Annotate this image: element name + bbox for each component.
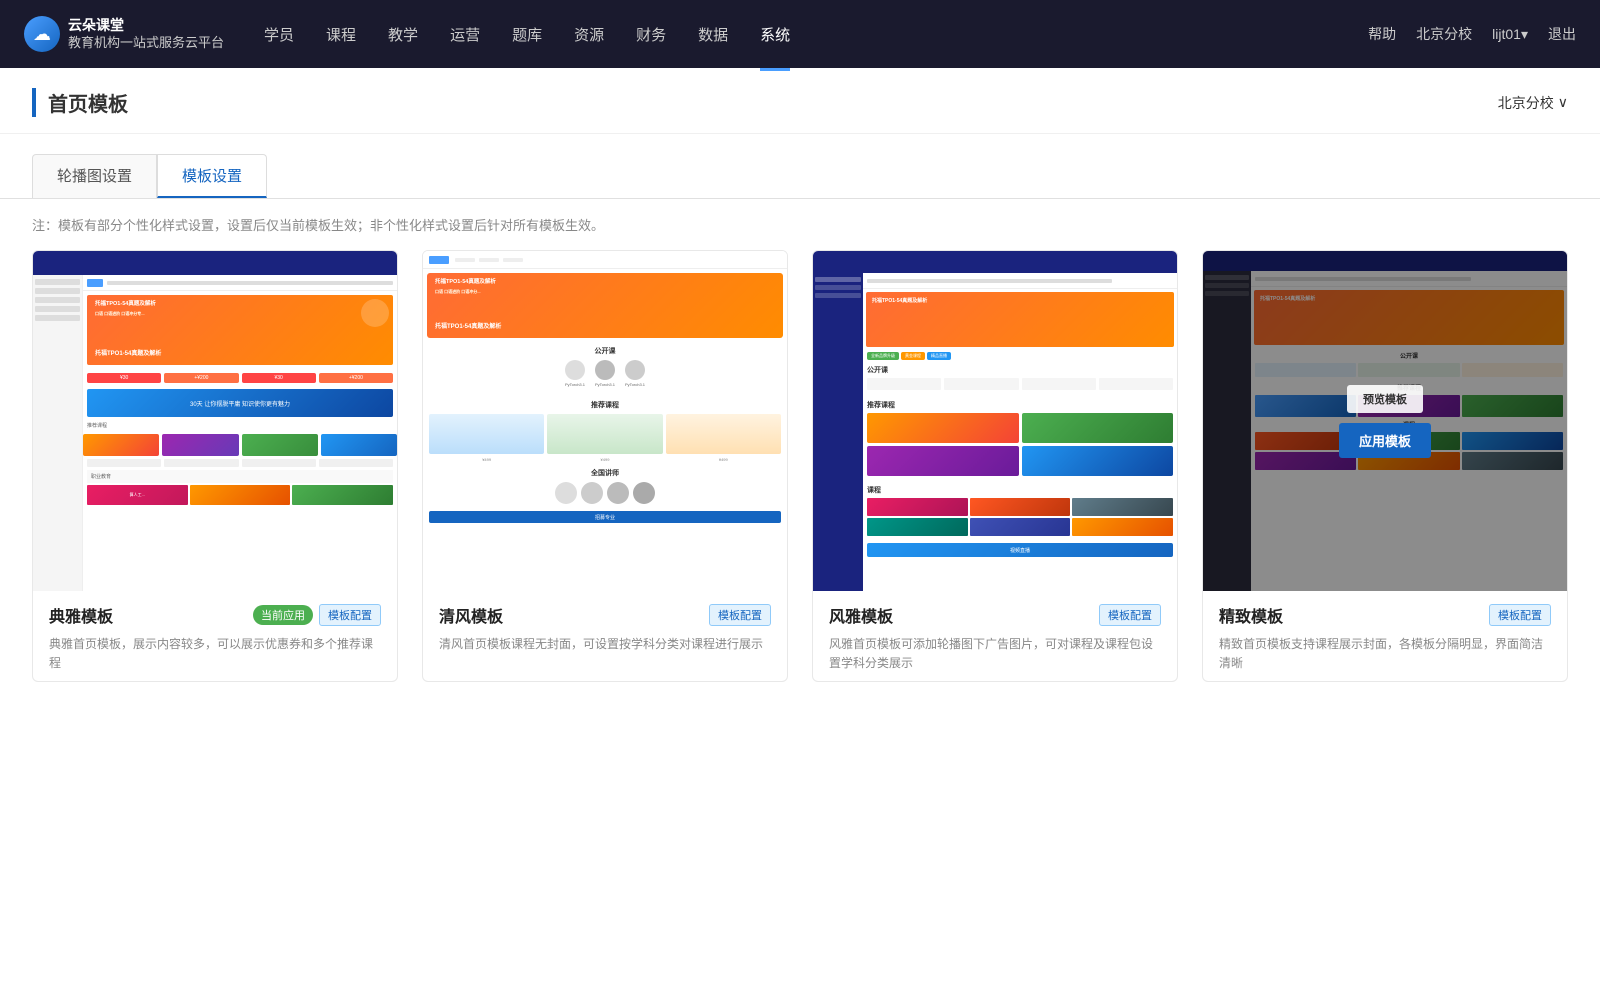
template-footer-4: 精致模板 模板配置 精致首页模板支持课程展示封面，各模板分隔明显，界面简洁清晰 [1203, 591, 1567, 681]
preview-template-button[interactable]: 预览模板 [1347, 385, 1423, 413]
branch-link[interactable]: 北京分校 [1416, 24, 1472, 44]
current-badge-1: 当前应用 [253, 605, 313, 625]
screenshot-3: 托福TPO1-54真题及解析 全新品牌升级 黄金课程 精品直播 公开课 [813, 251, 1177, 591]
template-name-row-3: 风雅模板 模板配置 [829, 603, 1161, 627]
template-name-3: 风雅模板 [829, 603, 893, 627]
template-badges-4: 模板配置 [1489, 604, 1551, 626]
config-button-1[interactable]: 模板配置 [319, 604, 381, 626]
template-preview-2: 托福TPO1-54真题及解析 口语 口语进阶 口语冲分... 公开课 PyTor… [423, 251, 787, 591]
nav-finance[interactable]: 财务 [636, 20, 666, 49]
nav-data[interactable]: 数据 [698, 20, 728, 49]
template-footer-1: 典雅模板 当前应用 模板配置 典雅首页模板，展示内容较多，可以展示优惠券和多个推… [33, 591, 397, 681]
tabs-container: 轮播图设置 模板设置 [0, 134, 1600, 199]
template-card-4: 托福TPO1-54真题及解析 公开课 [1202, 250, 1568, 682]
template-name-row-4: 精致模板 模板配置 [1219, 603, 1551, 627]
template-badges-1: 当前应用 模板配置 [253, 604, 381, 626]
branch-selector[interactable]: 北京分校 ∨ [1498, 93, 1568, 113]
screenshot-1: 托福TPO1-54真题及解析 口语 口语进阶 口语冲分专... ¥30 +¥20… [33, 251, 397, 591]
screenshot-2: 托福TPO1-54真题及解析 口语 口语进阶 口语冲分... 公开课 PyTor… [423, 251, 787, 591]
help-link[interactable]: 帮助 [1368, 24, 1396, 44]
note-text: 注：模板有部分个性化样式设置，设置后仅当前模板生效；非个性化样式设置后针对所有模… [32, 218, 604, 233]
logo-text: 云朵课堂 教育机构一站式服务云平台 [68, 16, 224, 51]
nav-resources[interactable]: 资源 [574, 20, 604, 49]
nav-operations[interactable]: 运营 [450, 20, 480, 49]
config-button-3[interactable]: 模板配置 [1099, 604, 1161, 626]
template-name-row-2: 清风模板 模板配置 [439, 603, 771, 627]
nav-questions[interactable]: 题库 [512, 20, 542, 49]
navbar-right: 帮助 北京分校 lijt01▾ 退出 [1368, 24, 1576, 44]
template-overlay-4: 预览模板 应用模板 [1203, 251, 1567, 591]
template-preview-3: 托福TPO1-54真题及解析 全新品牌升级 黄金课程 精品直播 公开课 [813, 251, 1177, 591]
logo-icon: ☁ [24, 16, 60, 52]
tab-carousel[interactable]: 轮播图设置 [32, 154, 157, 198]
nav-students[interactable]: 学员 [264, 20, 294, 49]
template-name-1: 典雅模板 [49, 603, 113, 627]
nav-system[interactable]: 系统 [760, 20, 790, 49]
tabs: 轮播图设置 模板设置 [32, 154, 1568, 198]
navbar: ☁ 云朵课堂 教育机构一站式服务云平台 学员 课程 教学 运营 题库 资源 财务… [0, 0, 1600, 68]
chevron-down-icon: ∨ [1558, 94, 1568, 111]
page-title: 首页模板 [32, 88, 128, 117]
template-badges-3: 模板配置 [1099, 604, 1161, 626]
template-footer-2: 清风模板 模板配置 清风首页模板课程无封面，可设置按学科分类对课程进行展示 [423, 591, 787, 662]
tab-template[interactable]: 模板设置 [157, 154, 267, 198]
page-header: 首页模板 北京分校 ∨ [0, 68, 1600, 134]
nav-items: 学员 课程 教学 运营 题库 资源 财务 数据 系统 [264, 20, 1368, 49]
template-preview-4: 托福TPO1-54真题及解析 公开课 [1203, 251, 1567, 591]
template-desc-2: 清风首页模板课程无封面，可设置按学科分类对课程进行展示 [439, 635, 771, 654]
nav-teaching[interactable]: 教学 [388, 20, 418, 49]
templates-grid: 托福TPO1-54真题及解析 口语 口语进阶 口语冲分专... ¥30 +¥20… [0, 250, 1600, 722]
template-footer-3: 风雅模板 模板配置 风雅首页模板可添加轮播图下广告图片，可对课程及课程包设置学科… [813, 591, 1177, 681]
template-card-3: 托福TPO1-54真题及解析 全新品牌升级 黄金课程 精品直播 公开课 [812, 250, 1178, 682]
user-menu[interactable]: lijt01▾ [1492, 26, 1528, 43]
template-name-row-1: 典雅模板 当前应用 模板配置 [49, 603, 381, 627]
template-desc-4: 精致首页模板支持课程展示封面，各模板分隔明显，界面简洁清晰 [1219, 635, 1551, 673]
logout-button[interactable]: 退出 [1548, 24, 1576, 44]
template-name-2: 清风模板 [439, 603, 503, 627]
apply-template-button[interactable]: 应用模板 [1339, 423, 1431, 458]
config-button-4[interactable]: 模板配置 [1489, 604, 1551, 626]
logo: ☁ 云朵课堂 教育机构一站式服务云平台 [24, 16, 224, 52]
template-card-2: 托福TPO1-54真题及解析 口语 口语进阶 口语冲分... 公开课 PyTor… [422, 250, 788, 682]
template-desc-3: 风雅首页模板可添加轮播图下广告图片，可对课程及课程包设置学科分类展示 [829, 635, 1161, 673]
template-name-4: 精致模板 [1219, 603, 1283, 627]
config-button-2[interactable]: 模板配置 [709, 604, 771, 626]
nav-courses[interactable]: 课程 [326, 20, 356, 49]
page-container: 首页模板 北京分校 ∨ 轮播图设置 模板设置 注：模板有部分个性化样式设置，设置… [0, 68, 1600, 990]
template-card-1: 托福TPO1-54真题及解析 口语 口语进阶 口语冲分专... ¥30 +¥20… [32, 250, 398, 682]
template-desc-1: 典雅首页模板，展示内容较多，可以展示优惠券和多个推荐课程 [49, 635, 381, 673]
template-badges-2: 模板配置 [709, 604, 771, 626]
note-bar: 注：模板有部分个性化样式设置，设置后仅当前模板生效；非个性化样式设置后针对所有模… [0, 199, 1600, 250]
template-preview-1: 托福TPO1-54真题及解析 口语 口语进阶 口语冲分专... ¥30 +¥20… [33, 251, 397, 591]
